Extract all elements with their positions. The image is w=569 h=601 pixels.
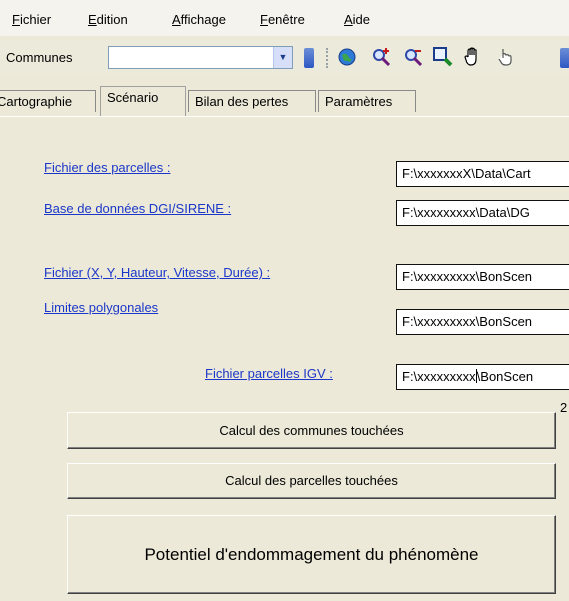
tab-strip: Cartographie Scénario Bilan des pertes P… xyxy=(0,86,569,118)
menu-affichage[interactable]: Affichage xyxy=(172,12,226,27)
fichier-xyh-label[interactable]: Fichier (X, Y, Hauteur, Vitesse, Durée) … xyxy=(44,265,270,280)
base-dgi-field[interactable]: F:\xxxxxxxxx\Data\DG xyxy=(396,200,569,226)
side-number: 2 xyxy=(560,400,568,415)
fichier-parcelles-field[interactable]: F:\xxxxxxxX\Data\Cart xyxy=(396,161,569,187)
base-dgi-label[interactable]: Base de données DGI/SIRENE : xyxy=(44,201,231,216)
limites-polygonales-field[interactable]: F:\xxxxxxxxx\BonScen xyxy=(396,309,569,335)
hand-pan-icon[interactable] xyxy=(462,46,484,68)
igv-value-start: F:\xxxxxxxxx xyxy=(402,369,476,384)
menu-bar: Fichier Edition Affichage Fenêtre Aide xyxy=(0,0,569,36)
zoom-out-icon[interactable] xyxy=(402,46,424,68)
tab-scenario[interactable]: Scénario xyxy=(100,86,186,116)
fichier-xyh-field[interactable]: F:\xxxxxxxxx\BonScen xyxy=(396,264,569,290)
toolbar-separator xyxy=(326,48,331,68)
igv-value-end: \BonScen xyxy=(476,369,534,384)
menu-aide[interactable]: Aide xyxy=(344,12,370,27)
communes-combo[interactable]: ▼ xyxy=(108,46,293,69)
chevron-down-icon[interactable]: ▼ xyxy=(273,47,292,68)
menu-edition[interactable]: Edition xyxy=(88,12,128,27)
globe-icon[interactable] xyxy=(336,46,358,68)
magnifier-icon[interactable] xyxy=(432,46,454,68)
limites-polygonales-label[interactable]: Limites polygonales xyxy=(44,300,158,315)
fichier-parcelles-igv-label[interactable]: Fichier parcelles IGV : xyxy=(205,366,333,381)
communes-label: Communes xyxy=(6,50,73,65)
app-window: Fichier Edition Affichage Fenêtre Aide C… xyxy=(0,0,569,601)
fichier-parcelles-label[interactable]: Fichier des parcelles : xyxy=(44,160,170,175)
potentiel-endommagement-button[interactable]: Potentiel d'endommagement du phénomène xyxy=(67,515,556,594)
tab-bilan-des-pertes[interactable]: Bilan des pertes xyxy=(188,90,316,112)
zoom-in-icon[interactable] xyxy=(370,46,392,68)
tab-divider xyxy=(0,116,569,117)
fichier-parcelles-igv-field[interactable]: F:\xxxxxxxxx\BonScen xyxy=(396,364,569,390)
menu-fichier[interactable]: Fichier xyxy=(12,12,51,27)
pointer-hand-icon[interactable] xyxy=(494,46,516,68)
calcul-communes-button[interactable]: Calcul des communes touchées xyxy=(67,412,556,449)
tab-parametres[interactable]: Paramètres xyxy=(318,90,416,112)
menu-fenetre[interactable]: Fenêtre xyxy=(260,12,305,27)
toolbar: Communes ▼ xyxy=(0,40,569,74)
toolbar-grip-left[interactable] xyxy=(304,48,314,68)
calcul-parcelles-button[interactable]: Calcul des parcelles touchées xyxy=(67,463,556,499)
toolbar-grip-right[interactable] xyxy=(560,48,569,68)
tab-cartographie[interactable]: Cartographie xyxy=(0,90,96,112)
